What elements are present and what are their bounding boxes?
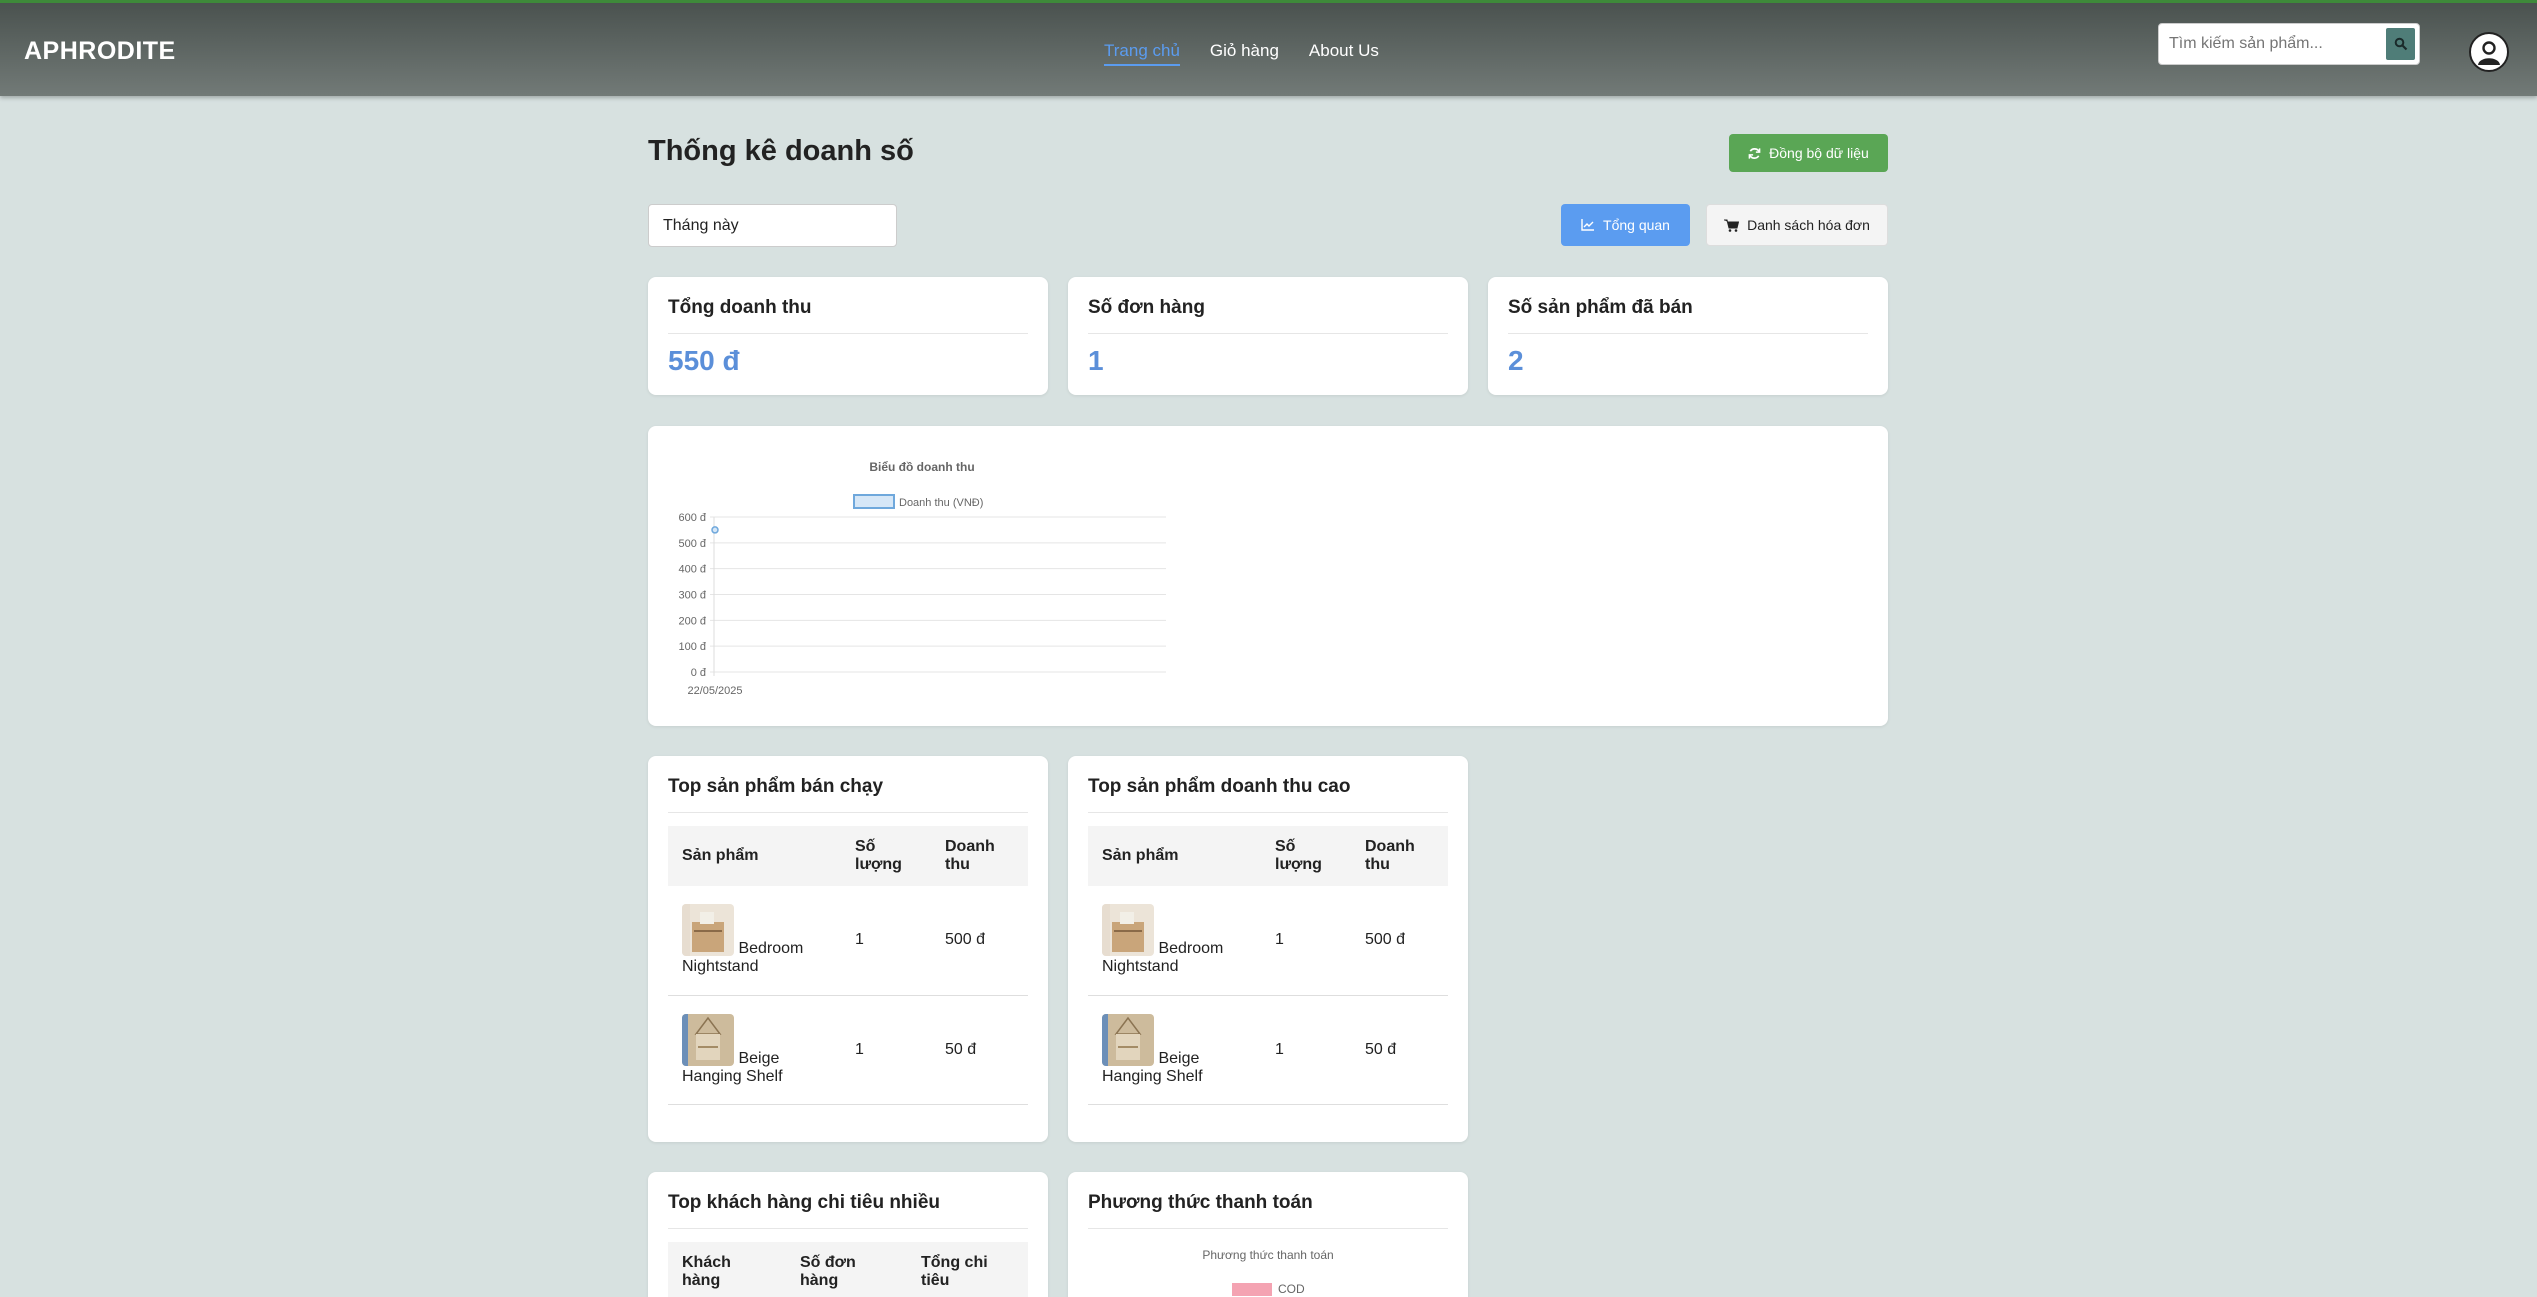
card-title: Phương thức thanh toán [1088,1192,1448,1229]
tab-overview[interactable]: Tổng quan [1561,204,1690,246]
y-tick-label: 500 đ [678,538,706,550]
product-image-nightstand [1102,904,1154,957]
stat-value: 550 đ [668,345,740,376]
legend-swatch [853,494,895,509]
search-box [2158,23,2420,65]
stat-label: Tổng doanh thu [668,297,1028,334]
chart-title: Biểu đồ doanh thu [869,460,974,474]
legend-swatch [1232,1282,1272,1296]
col-header: Tổng chi tiêu [907,1242,1028,1297]
product-cell: Beige Hanging Shelf [1088,995,1261,1105]
stat-card-products-sold: Số sản phẩm đã bán 2 [1488,277,1888,395]
card-title: Top sản phẩm doanh thu cao [1088,776,1448,813]
sync-data-label: Đồng bộ dữ liệu [1769,145,1869,161]
table-row: Bedroom Nightstand 1 500 đ [668,886,1028,996]
page-title: Thống kê doanh số [648,135,914,167]
qty-cell: 1 [841,886,931,996]
legend-label: COD [1278,1282,1305,1296]
col-header: Số lượng [841,826,931,886]
user-avatar-button[interactable] [2469,32,2509,72]
sync-data-button[interactable]: Đồng bộ dữ liệu [1729,134,1888,172]
y-tick-label: 200 đ [678,615,706,627]
nav-about[interactable]: About Us [1309,41,1379,66]
y-tick-label: 0 đ [691,667,707,679]
top-customers-card: Top khách hàng chi tiêu nhiều Khách hàng… [648,1172,1048,1297]
tab-invoices[interactable]: Danh sách hóa đơn [1706,204,1888,246]
search-icon [2394,37,2407,51]
revenue-cell: 500 đ [931,886,1028,996]
col-header: Doanh thu [931,826,1028,886]
stat-label: Số sản phẩm đã bán [1508,297,1868,334]
revenue-cell: 50 đ [1351,995,1448,1105]
tab-invoices-label: Danh sách hóa đơn [1747,217,1870,233]
qty-cell: 1 [1261,886,1351,996]
stat-value: 1 [1088,345,1104,376]
stat-card-orders: Số đơn hàng 1 [1068,277,1468,395]
card-title: Top khách hàng chi tiêu nhiều [668,1192,1028,1229]
period-select[interactable]: Tháng này [648,204,897,247]
qty-cell: 1 [841,995,931,1105]
revenue-cell: 500 đ [1351,886,1448,996]
product-cell: Bedroom Nightstand [668,886,841,996]
stat-card-revenue: Tổng doanh thu 550 đ [648,277,1048,395]
main-nav: Trang chủ Giỏ hàng About Us [1104,41,1379,66]
x-tick-label: 22/05/2025 [687,685,742,697]
table-row: Bedroom Nightstand 1 500 đ [1088,886,1448,996]
col-header: Sản phẩm [668,826,841,886]
qty-cell: 1 [1261,995,1351,1105]
product-image-hanging-shelf [682,1013,734,1066]
payment-legend: COD [1232,1282,1305,1296]
nav-home[interactable]: Trang chủ [1104,41,1180,66]
col-header: Doanh thu [1351,826,1448,886]
top-navbar: APHRODITE Trang chủ Giỏ hàng About Us [0,0,2537,96]
tab-overview-label: Tổng quan [1603,217,1670,233]
product-image-nightstand [682,904,734,957]
y-tick-label: 600 đ [678,512,706,524]
top-products-table: Sản phẩm Số lượng Doanh thu Bedroom Nigh… [668,826,1028,1105]
brand-logo[interactable]: APHRODITE [24,37,176,66]
revenue-chart-card: Biểu đồ doanh thu Doanh thu (VNĐ) 600 đ 5… [648,426,1888,726]
y-tick-label: 100 đ [678,641,706,653]
stat-value: 2 [1508,345,1524,376]
table-header-row: Sản phẩm Số lượng Doanh thu [668,826,1028,886]
cart-icon [1724,219,1740,232]
product-cell: Beige Hanging Shelf [668,995,841,1105]
payment-methods-card: Phương thức thanh toán Phương thức thanh… [1068,1172,1468,1297]
col-header: Số đơn hàng [786,1242,907,1297]
col-header: Sản phẩm [1088,826,1261,886]
table-header-row: Sản phẩm Số lượng Doanh thu [1088,826,1448,886]
search-input[interactable] [2159,26,2386,62]
user-icon [2478,41,2500,65]
col-header: Khách hàng [668,1242,786,1297]
table-row: Beige Hanging Shelf 1 50 đ [1088,995,1448,1105]
product-image-hanging-shelf [1102,1013,1154,1066]
top-revenue-table: Sản phẩm Số lượng Doanh thu Bedroom Nigh… [1088,826,1448,1105]
payment-chart-title: Phương thức thanh toán [1202,1248,1334,1262]
y-tick-label: 300 đ [678,590,706,602]
top-customers-table: Khách hàng Số đơn hàng Tổng chi tiêu [668,1242,1028,1297]
revenue-cell: 50 đ [931,995,1028,1105]
col-header: Số lượng [1261,826,1351,886]
y-tick-label: 400 đ [678,564,706,576]
revenue-chart: Biểu đồ doanh thu Doanh thu (VNĐ) 600 đ 5… [678,460,1166,697]
table-row: Beige Hanging Shelf 1 50 đ [668,995,1028,1105]
card-title: Top sản phẩm bán chạy [668,776,1028,813]
search-button[interactable] [2386,28,2415,60]
data-point[interactable] [711,526,719,534]
line-chart-icon [1581,219,1595,231]
nav-cart[interactable]: Giỏ hàng [1210,41,1279,66]
legend-label: Doanh thu (VNĐ) [899,497,983,509]
top-products-card: Top sản phẩm bán chạy Sản phẩm Số lượng … [648,756,1048,1142]
stat-label: Số đơn hàng [1088,297,1448,334]
product-cell: Bedroom Nightstand [1088,886,1261,996]
top-revenue-card: Top sản phẩm doanh thu cao Sản phẩm Số l… [1068,756,1468,1142]
table-header-row: Khách hàng Số đơn hàng Tổng chi tiêu [668,1242,1028,1297]
refresh-icon [1748,147,1761,159]
